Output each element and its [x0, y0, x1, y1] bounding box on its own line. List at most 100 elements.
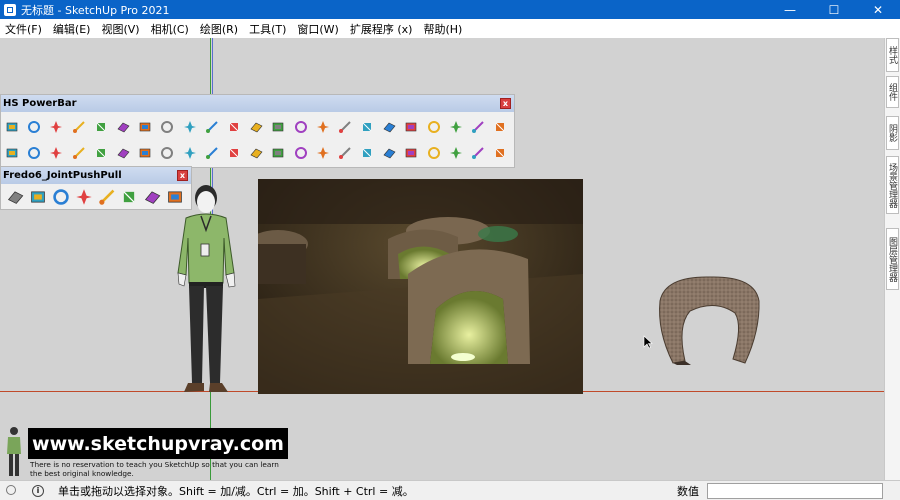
powerbar-tool-icon[interactable] — [380, 118, 398, 136]
menu-edit[interactable]: 编辑(E) — [48, 21, 97, 37]
powerbar-tool-icon[interactable] — [402, 144, 420, 162]
sketchup-app-icon — [4, 3, 16, 16]
joint-pushpull-tool-icon[interactable] — [142, 187, 162, 207]
powerbar-tool-icon[interactable] — [469, 144, 487, 162]
watermark-line-1: There is no reservation to teach you Ske… — [30, 460, 279, 469]
powerbar-tool-icon[interactable] — [70, 118, 88, 136]
powerbar-tool-icon[interactable] — [425, 118, 443, 136]
powerbar-tool-icon[interactable] — [314, 118, 332, 136]
maximize-button[interactable]: ☐ — [812, 0, 856, 19]
menu-tools[interactable]: 工具(T) — [244, 21, 292, 37]
menu-camera[interactable]: 相机(C) — [146, 21, 195, 37]
powerbar-tool-icon[interactable] — [447, 144, 465, 162]
joint-pushpull-tool-icon[interactable] — [5, 187, 25, 207]
small-person-icon — [7, 427, 21, 476]
powerbar-tool-icon[interactable] — [158, 118, 176, 136]
geo-location-icon[interactable] — [6, 485, 16, 495]
powerbar-tool-icon[interactable] — [247, 144, 265, 162]
powerbar-tool-icon[interactable] — [358, 144, 376, 162]
joint-pushpull-tool-icon[interactable] — [51, 187, 71, 207]
powerbar-tool-icon[interactable] — [491, 118, 509, 136]
menu-file[interactable]: 文件(F) — [0, 21, 48, 37]
powerbar-tool-icon[interactable] — [336, 118, 354, 136]
reference-photo-content — [258, 179, 583, 394]
arch-seat-model[interactable] — [655, 271, 765, 366]
watermark-subtitle: There is no reservation to teach you Ske… — [30, 460, 300, 478]
powerbar-tool-icon[interactable] — [358, 118, 376, 136]
tray-tab-layers[interactable]: 图层管理器 — [886, 228, 899, 290]
scale-figure-person — [177, 185, 236, 392]
powerbar-tool-icon[interactable] — [92, 118, 110, 136]
menu-draw[interactable]: 绘图(R) — [195, 21, 244, 37]
menu-window[interactable]: 窗口(W) — [292, 21, 344, 37]
joint-pushpull-header[interactable]: Fredo6_JointPushPull x — [1, 167, 191, 184]
info-icon[interactable]: i — [32, 484, 44, 497]
powerbar-tool-icon[interactable] — [225, 144, 243, 162]
powerbar-tool-icon[interactable] — [292, 118, 310, 136]
powerbar-tool-icon[interactable] — [292, 144, 310, 162]
reference-photo-image[interactable] — [258, 179, 583, 394]
joint-pushpull-tool-icon[interactable] — [97, 187, 117, 207]
powerbar-tool-icon[interactable] — [3, 118, 21, 136]
menu-extensions[interactable]: 扩展程序 (x) — [345, 21, 419, 37]
tray-tab-styles[interactable]: 样式 — [886, 38, 899, 72]
powerbar-tool-icon[interactable] — [425, 144, 443, 162]
powerbar-tool-icon[interactable] — [447, 118, 465, 136]
tray-tab-shadows[interactable]: 阴影 — [886, 116, 899, 150]
watermark-line-2: the best original knowledge. — [30, 469, 134, 478]
powerbar-tool-icon[interactable] — [47, 144, 65, 162]
measurements-input[interactable] — [707, 482, 883, 499]
powerbar-tool-icon[interactable] — [114, 118, 132, 136]
powerbar-tool-icon[interactable] — [181, 144, 199, 162]
joint-pushpull-tool-icon[interactable] — [74, 187, 94, 207]
powerbar-tool-icon[interactable] — [181, 118, 199, 136]
hs-powerbar-title: HS PowerBar — [3, 98, 77, 109]
powerbar-tool-icon[interactable] — [92, 144, 110, 162]
status-bar: i 单击或拖动以选择对象。Shift = 加/减。Ctrl = 加。Shift … — [0, 480, 900, 500]
minimize-button[interactable]: — — [768, 0, 812, 19]
joint-pushpull-row — [1, 184, 191, 210]
powerbar-tool-icon[interactable] — [136, 144, 154, 162]
menu-help[interactable]: 帮助(H) — [418, 21, 468, 37]
powerbar-tool-icon[interactable] — [25, 144, 43, 162]
tray-tabs-panel: 样式 组件 阴影 场景管理器 图层管理器 — [884, 38, 900, 480]
window-title: 无标题 - SketchUp Pro 2021 — [21, 3, 170, 17]
close-button[interactable]: ✕ — [856, 0, 900, 19]
title-bar: 无标题 - SketchUp Pro 2021 — ☐ ✕ — [0, 0, 900, 19]
powerbar-tool-icon[interactable] — [136, 118, 154, 136]
joint-pushpull-tool-icon[interactable] — [119, 187, 139, 207]
powerbar-tool-icon[interactable] — [70, 144, 88, 162]
measurements-label: 数值 — [677, 484, 699, 498]
joint-pushpull-title: Fredo6_JointPushPull — [3, 170, 122, 181]
menu-view[interactable]: 视图(V) — [96, 21, 145, 37]
hs-powerbar-close-button[interactable]: x — [500, 98, 511, 109]
powerbar-tool-icon[interactable] — [402, 118, 420, 136]
powerbar-tool-icon[interactable] — [469, 118, 487, 136]
powerbar-tool-icon[interactable] — [314, 144, 332, 162]
hs-powerbar-header[interactable]: HS PowerBar x — [1, 95, 514, 112]
mouse-cursor-icon — [643, 335, 653, 349]
powerbar-tool-icon[interactable] — [158, 144, 176, 162]
watermark-url-banner: www.sketchupvray.com — [28, 428, 288, 459]
status-message: 单击或拖动以选择对象。Shift = 加/减。Ctrl = 加。Shift + … — [58, 484, 414, 498]
powerbar-tool-icon[interactable] — [491, 144, 509, 162]
tray-tab-components[interactable]: 组件 — [886, 76, 899, 108]
powerbar-tool-icon[interactable] — [25, 118, 43, 136]
powerbar-tool-icon[interactable] — [203, 118, 221, 136]
joint-pushpull-tool-icon[interactable] — [28, 187, 48, 207]
powerbar-tool-icon[interactable] — [203, 144, 221, 162]
hs-powerbar-toolbar: HS PowerBar x — [0, 94, 515, 168]
powerbar-tool-icon[interactable] — [225, 118, 243, 136]
powerbar-tool-icon[interactable] — [380, 144, 398, 162]
powerbar-tool-icon[interactable] — [3, 144, 21, 162]
powerbar-tool-icon[interactable] — [269, 118, 287, 136]
joint-pushpull-toolbar: Fredo6_JointPushPull x — [0, 166, 192, 210]
drawing-viewport[interactable]: HS PowerBar x Fredo6_JointPushPull x www… — [0, 38, 884, 480]
powerbar-tool-icon[interactable] — [114, 144, 132, 162]
tray-tab-scenes[interactable]: 场景管理器 — [886, 156, 899, 214]
powerbar-tool-icon[interactable] — [247, 118, 265, 136]
powerbar-tool-icon[interactable] — [269, 144, 287, 162]
powerbar-tool-icon[interactable] — [336, 144, 354, 162]
powerbar-tool-icon[interactable] — [47, 118, 65, 136]
hs-powerbar-row-2 — [1, 138, 514, 168]
